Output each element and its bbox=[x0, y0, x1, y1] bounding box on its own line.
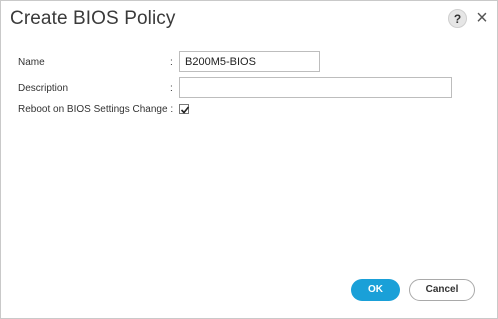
description-field[interactable] bbox=[179, 77, 452, 98]
description-colon: : bbox=[170, 83, 173, 94]
name-label: Name bbox=[18, 57, 45, 68]
ok-button[interactable]: OK bbox=[351, 279, 400, 301]
reboot-label: Reboot on BIOS Settings Change : bbox=[18, 104, 174, 115]
create-bios-policy-dialog: Create BIOS Policy ? × Name : Descriptio… bbox=[0, 0, 498, 319]
cancel-button[interactable]: Cancel bbox=[409, 279, 475, 301]
dialog-title: Create BIOS Policy bbox=[10, 8, 176, 29]
description-label: Description bbox=[18, 83, 69, 94]
reboot-checkbox[interactable] bbox=[179, 104, 190, 114]
close-icon[interactable]: × bbox=[474, 8, 490, 28]
checkmark-icon bbox=[180, 106, 190, 114]
help-icon[interactable]: ? bbox=[448, 9, 467, 28]
name-colon: : bbox=[170, 57, 173, 68]
name-field[interactable] bbox=[179, 51, 320, 72]
